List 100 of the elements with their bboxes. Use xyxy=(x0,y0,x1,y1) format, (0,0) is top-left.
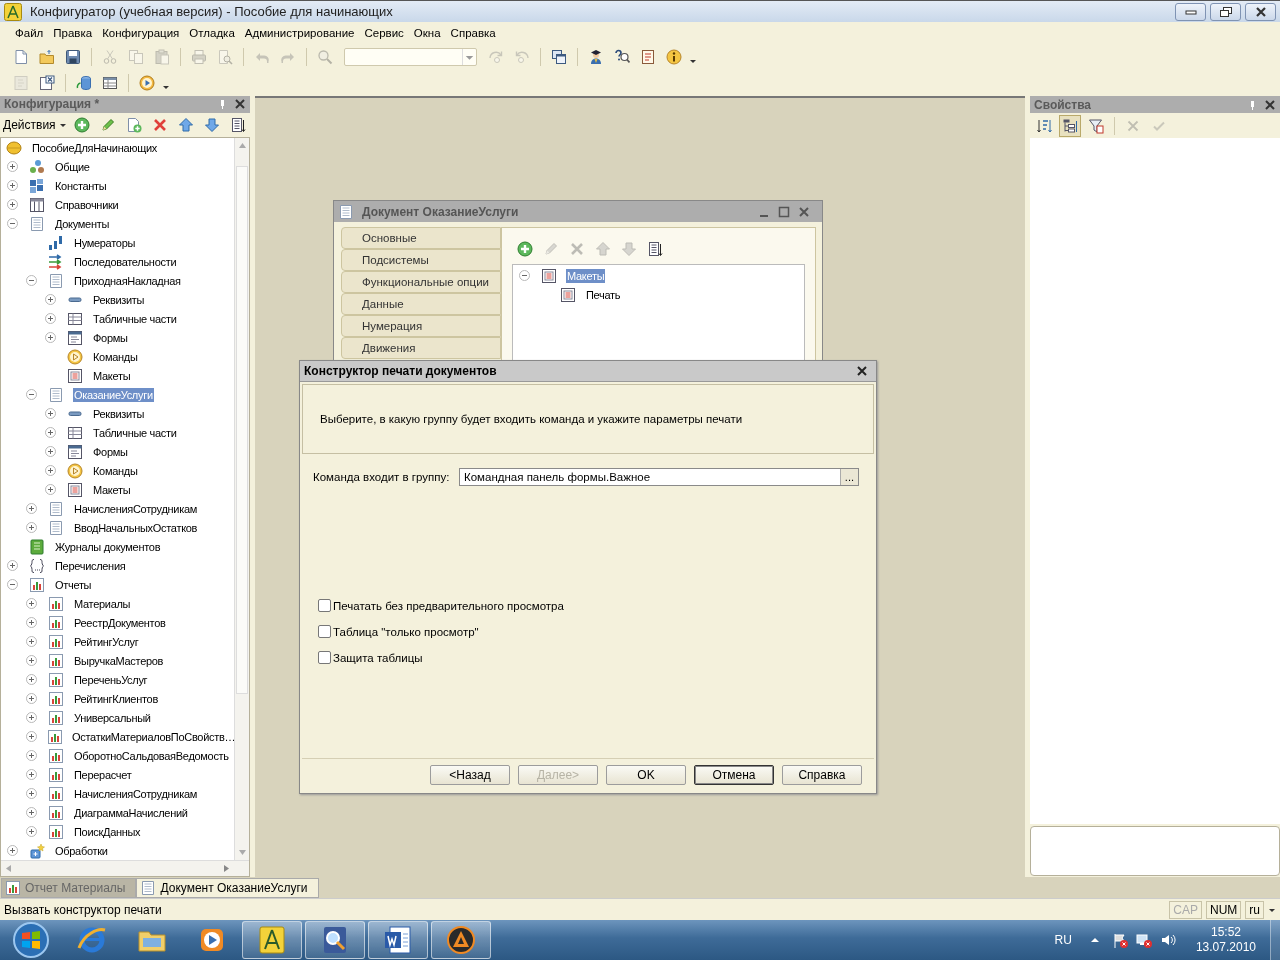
expand-icon[interactable] xyxy=(45,332,56,343)
actions-menu[interactable]: Действия xyxy=(3,117,67,132)
menu-item[interactable]: Сервис xyxy=(359,27,409,39)
collapse-icon[interactable] xyxy=(7,579,18,590)
collapse-icon[interactable] xyxy=(519,270,530,281)
menu-item[interactable]: Правка xyxy=(48,27,98,39)
expand-icon[interactable] xyxy=(45,294,56,305)
expand-icon[interactable] xyxy=(45,465,56,476)
collapse-icon[interactable] xyxy=(7,218,18,229)
tab[interactable]: Нумерация xyxy=(341,315,501,337)
expand-icon[interactable] xyxy=(45,446,56,457)
menu-item[interactable]: Окна xyxy=(408,27,446,39)
expand-icon[interactable] xyxy=(26,731,37,742)
compass-icon[interactable] xyxy=(256,924,288,956)
tree-item[interactable]: Команды xyxy=(92,349,139,364)
speaker-icon[interactable] xyxy=(1159,932,1176,948)
tree-item[interactable]: Отчеты xyxy=(54,577,93,592)
tree-item[interactable]: Команды xyxy=(92,463,139,478)
tree-item[interactable]: Печать xyxy=(585,287,622,302)
expand-icon[interactable] xyxy=(45,313,56,324)
search-field[interactable] xyxy=(344,48,477,66)
expand-icon[interactable] xyxy=(26,750,37,761)
tree-item[interactable]: Табличные части xyxy=(92,425,178,440)
expand-icon[interactable] xyxy=(26,598,37,609)
menu-item[interactable]: Конфигурация xyxy=(97,27,185,39)
expand-icon[interactable] xyxy=(7,845,18,856)
tree-item[interactable]: Нумераторы xyxy=(73,235,137,250)
tree-item[interactable]: ОборотноСальдоваяВедомость xyxy=(73,748,230,763)
close-icon[interactable] xyxy=(1264,98,1276,111)
expand-icon[interactable] xyxy=(26,807,37,818)
expand-icon[interactable] xyxy=(26,712,37,723)
menu-item[interactable]: Отладка xyxy=(184,27,240,39)
expand-icon[interactable] xyxy=(26,522,37,533)
expand-icon[interactable] xyxy=(26,655,37,666)
tree-item[interactable]: ПособиеДляНачинающих xyxy=(31,140,158,155)
tree-item[interactable]: ДиаграммаНачислений xyxy=(73,805,189,820)
player-icon[interactable] xyxy=(445,924,477,956)
start-button[interactable] xyxy=(12,921,50,959)
tree-item[interactable]: РеестрДокументов xyxy=(73,615,167,630)
tree-item[interactable]: Общие xyxy=(54,159,91,174)
maximize-icon[interactable] xyxy=(778,205,790,218)
expand-icon[interactable] xyxy=(26,503,37,514)
dialog-button[interactable]: OK xyxy=(606,765,686,785)
dialog-button[interactable]: Справка xyxy=(782,765,862,785)
collapse-icon[interactable] xyxy=(26,275,37,286)
tree-item[interactable]: Макеты xyxy=(92,482,132,497)
tab[interactable]: Данные xyxy=(341,293,501,315)
group-field[interactable]: Командная панель формы.Важное ... xyxy=(459,468,859,486)
info-icon[interactable] xyxy=(663,46,685,68)
expand-icon[interactable] xyxy=(7,560,18,571)
clock-date[interactable]: 13.07.2010 xyxy=(1195,940,1256,955)
flag-icon[interactable] xyxy=(1111,932,1128,948)
tree-item[interactable]: ВводНачальныхОстатков xyxy=(73,520,199,535)
taskbar-button[interactable] xyxy=(305,921,365,959)
expand-icon[interactable] xyxy=(26,636,37,647)
tree-item[interactable]: ПереченьУслуг xyxy=(73,672,149,687)
menu-item[interactable]: Администрирование xyxy=(239,27,360,39)
tab[interactable]: Функциональные опции xyxy=(341,271,501,293)
checkbox[interactable] xyxy=(318,625,331,638)
dropdown-arrow-icon[interactable] xyxy=(462,49,476,65)
expand-icon[interactable] xyxy=(45,427,56,438)
tree-item[interactable]: ПриходнаяНакладная xyxy=(73,273,182,288)
select-button[interactable]: ... xyxy=(839,469,858,485)
clock-time[interactable]: 15:52 xyxy=(1210,925,1241,940)
tree-item[interactable]: Формы xyxy=(92,330,129,345)
tree-item[interactable]: Обработки xyxy=(54,843,109,858)
restore-button[interactable] xyxy=(1210,2,1241,21)
tree-item[interactable]: ОстаткиМатериаловПоСвойств… xyxy=(71,729,234,744)
taskbar-button[interactable] xyxy=(242,921,302,959)
close-button[interactable] xyxy=(1245,2,1276,21)
tree-item[interactable]: НачисленияСотрудникам xyxy=(73,786,198,801)
expand-icon[interactable] xyxy=(26,769,37,780)
collapse-icon[interactable] xyxy=(26,389,37,400)
dialog-button[interactable]: <Назад xyxy=(430,765,510,785)
expand-icon[interactable] xyxy=(45,408,56,419)
expand-icon[interactable] xyxy=(7,161,18,172)
tree-item[interactable]: ВыручкаМастеров xyxy=(73,653,165,668)
tree-item[interactable]: РейтингКлиентов xyxy=(73,691,159,706)
expand-icon[interactable] xyxy=(7,199,18,210)
tree-item[interactable]: Реквизиты xyxy=(92,292,146,307)
dialog-button[interactable]: Отмена xyxy=(694,765,774,785)
tab[interactable]: Подсистемы xyxy=(341,249,501,271)
window-tab[interactable]: Документ ОказаниеУслуги xyxy=(136,878,319,898)
tree-item[interactable]: Макеты xyxy=(92,368,132,383)
tree-item[interactable]: Перерасчет xyxy=(73,767,133,782)
expand-icon[interactable] xyxy=(45,484,56,495)
close-icon[interactable] xyxy=(856,365,868,377)
tree-item[interactable]: Последовательности xyxy=(73,254,178,269)
checkbox[interactable] xyxy=(318,651,331,664)
tree-item[interactable]: Табличные части xyxy=(92,311,178,326)
document-icon[interactable] xyxy=(382,924,414,956)
scrollbar[interactable] xyxy=(1,860,249,876)
add-icon[interactable] xyxy=(514,238,536,260)
taskbar-button[interactable] xyxy=(368,921,428,959)
expand-icon[interactable] xyxy=(26,693,37,704)
tree-view-icon[interactable] xyxy=(1059,114,1081,137)
tab[interactable]: Движения xyxy=(341,337,501,359)
network-icon[interactable] xyxy=(1135,932,1152,948)
close-icon[interactable] xyxy=(234,98,246,111)
tab[interactable]: Основные xyxy=(341,227,501,249)
